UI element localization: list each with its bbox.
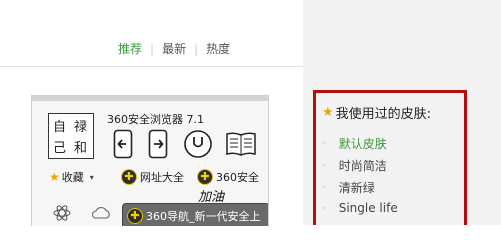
preview-window-frame (32, 96, 268, 101)
bullet-icon: ◦ (322, 183, 327, 192)
skin-item-single-life[interactable]: ◦ Single life (322, 201, 398, 215)
skin-item-default[interactable]: ◦ 默认皮肤 (322, 135, 387, 152)
logo-char: 己 (53, 141, 67, 156)
tab-latest[interactable]: 最新 (162, 40, 186, 57)
tab-title: 360导航_新一代安全上 (146, 209, 261, 223)
web-directory-link[interactable]: ✚ 网址大全 (121, 169, 184, 185)
tab-favicon-icon: ✚ (127, 207, 143, 224)
chevron-down-icon: ▾ (89, 172, 94, 182)
preview-tab-strip: ✚ 360导航_新一代安全上 (32, 199, 268, 226)
calligraphy-logo-icon: 自 禄 己 和 (48, 113, 94, 159)
web-directory-icon: ✚ (121, 169, 137, 185)
power-socket-icon (183, 129, 213, 163)
logo-char: 自 (53, 120, 67, 135)
skin-item-label: 时尚简洁 (338, 159, 387, 173)
atom-icon (52, 203, 72, 226)
bullet-icon: ◦ (322, 203, 327, 213)
tabs-divider-line (0, 66, 303, 67)
skin-item-fashion[interactable]: ◦ 时尚简洁 (322, 157, 387, 174)
bullet-icon: ◦ (322, 161, 327, 170)
favorites-menu[interactable]: ★ 收藏 ▾ (49, 169, 94, 185)
favorites-label: 收藏 (61, 171, 84, 184)
book-icon (225, 131, 257, 161)
tab-popularity[interactable]: 热度 (206, 40, 230, 57)
safe360-label: 360安全 (216, 171, 259, 184)
star-icon: ★ (322, 105, 334, 120)
web-directory-label: 网址大全 (140, 171, 184, 184)
sort-tabs: 推荐 | 最新 | 热度 (118, 40, 230, 57)
used-skins-title: 我使用过的皮肤: (335, 107, 432, 122)
logo-char: 和 (74, 141, 88, 156)
favorites-star-icon: ★ (49, 170, 60, 184)
forward-phone-icon (148, 129, 168, 163)
browser-version-title: 360安全浏览器 7.1 (107, 113, 204, 126)
safe360-icon: ✚ (197, 169, 213, 185)
used-skins-heading: ★ 我使用过的皮肤: (322, 103, 431, 122)
skin-preview-image[interactable]: 自 禄 己 和 360安全浏览器 7.1 ★ 收藏 ▾ ✚ 网址大全 ✚ 360… (31, 95, 269, 226)
bullet-icon: ◦ (322, 139, 327, 148)
skin-item-label: 默认皮肤 (338, 137, 387, 151)
cloud-icon (90, 205, 112, 224)
skin-item-label: 清新绿 (338, 181, 375, 195)
tab-recommended[interactable]: 推荐 (118, 40, 142, 57)
browser-tab-active[interactable]: ✚ 360导航_新一代安全上 (122, 203, 268, 226)
tab-divider: | (194, 41, 199, 56)
skin-item-fresh-green[interactable]: ◦ 清新绿 (322, 179, 375, 196)
used-skins-panel: ★ 我使用过的皮肤: ◦ 默认皮肤 ◦ 时尚简洁 ◦ 清新绿 ◦ Single … (313, 90, 467, 225)
tab-divider: | (150, 41, 155, 56)
safe360-link[interactable]: ✚ 360安全 (197, 169, 259, 185)
skin-item-label: Single life (338, 201, 398, 215)
logo-char: 禄 (74, 120, 88, 135)
back-phone-icon (113, 129, 133, 163)
